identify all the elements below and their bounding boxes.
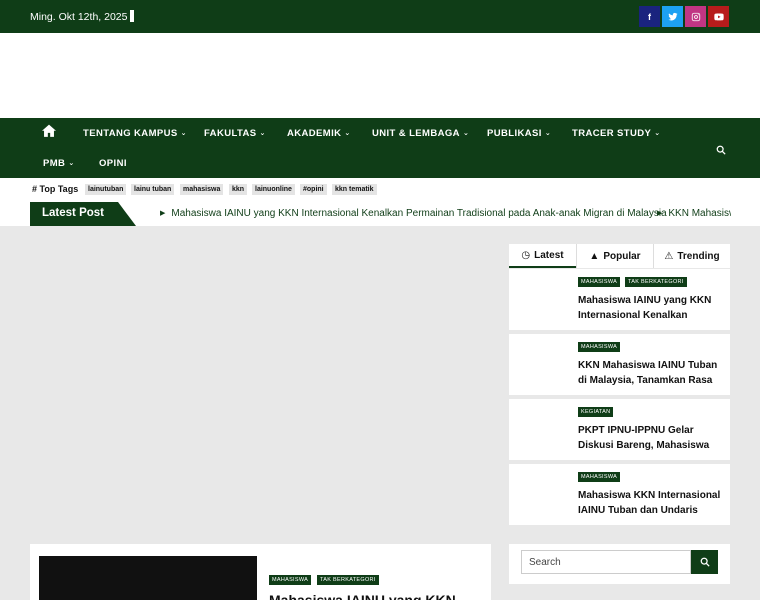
search-icon[interactable] bbox=[716, 142, 726, 155]
nav-akademik[interactable]: AKADEMIK ⌄ bbox=[287, 128, 351, 139]
tag-link[interactable]: mahasiswa bbox=[180, 184, 224, 195]
bullet-icon: ▶ bbox=[657, 210, 663, 217]
tab-popular[interactable]: ▲ Popular bbox=[577, 244, 653, 268]
post-title[interactable]: Mahasiswa KKN Internasional IAINU Tuban … bbox=[578, 488, 723, 518]
tab-trending[interactable]: ⚠ Trending bbox=[654, 244, 730, 268]
nav-publikasi[interactable]: PUBLIKASI ⌄ bbox=[487, 128, 551, 139]
clock-icon: ◷ bbox=[521, 249, 531, 261]
category-badge[interactable]: TAK BERKATEGORI bbox=[625, 277, 687, 287]
chevron-down-icon: ⌄ bbox=[654, 130, 661, 137]
category-badge[interactable]: TAK BERKATEGORI bbox=[317, 575, 379, 585]
nav-fakultas[interactable]: FAKULTAS ⌄ bbox=[204, 128, 266, 139]
nav-pmb[interactable]: PMB ⌄ bbox=[43, 158, 75, 169]
news-ticker: ▶ Mahasiswa IAINU yang KKN Internasional … bbox=[160, 202, 731, 226]
sidebar-tabs: ◷ Latest ▲ Popular ⚠ Trending bbox=[509, 244, 730, 268]
list-item[interactable]: KEGIATAN PKPT IPNU-IPPNU Gelar Diskusi B… bbox=[509, 399, 730, 460]
post-title[interactable]: KKN Mahasiswa IAINU Tuban di Malaysia, T… bbox=[578, 358, 723, 388]
tag-link[interactable]: kkn bbox=[229, 184, 248, 195]
nav-unit-lembaga[interactable]: UNIT & LEMBAGA ⌄ bbox=[372, 128, 469, 139]
nav-opini[interactable]: OPINI bbox=[99, 158, 127, 169]
category-badge[interactable]: KEGIATAN bbox=[578, 407, 614, 417]
search-button[interactable] bbox=[691, 550, 718, 574]
bullet-icon: ▶ bbox=[160, 210, 166, 217]
tab-latest[interactable]: ◷ Latest bbox=[509, 244, 576, 268]
facebook-icon[interactable]: f bbox=[639, 6, 660, 27]
chevron-down-icon: ⌄ bbox=[544, 130, 552, 137]
brand-header bbox=[0, 33, 760, 118]
post-title[interactable]: PKPT IPNU-IPPNU Gelar Diskusi Bareng, Ma… bbox=[578, 423, 723, 453]
hashtag-icon: # bbox=[32, 184, 38, 194]
search-icon bbox=[700, 557, 710, 567]
category-badge[interactable]: MAHASISWA bbox=[578, 472, 621, 482]
category-badge[interactable]: MAHASISWA bbox=[578, 342, 621, 352]
ticker-item[interactable]: ▶KKN Mahasiswa IAINU Tuban di Malaysia, … bbox=[657, 208, 731, 219]
ticker-item[interactable]: ▶ Mahasiswa IAINU yang KKN Internasional … bbox=[160, 208, 667, 219]
nav-tentang-kampus[interactable]: TENTANG KAMPUS ⌄ bbox=[83, 128, 187, 139]
home-icon[interactable] bbox=[42, 124, 56, 138]
tag-link[interactable]: #opini bbox=[300, 184, 327, 195]
chevron-down-icon: ⌄ bbox=[344, 130, 351, 137]
featured-post-thumbnail[interactable] bbox=[39, 556, 257, 600]
category-badge[interactable]: MAHASISWA bbox=[578, 277, 621, 287]
top-bar: Ming. Okt 12th, 2025 f bbox=[0, 0, 760, 33]
latest-post-bar: Latest Post ▶ Mahasiswa IAINU yang KKN In… bbox=[0, 202, 760, 226]
search-widget bbox=[509, 544, 730, 584]
instagram-icon[interactable] bbox=[685, 6, 706, 27]
fire-icon: ⚠ bbox=[664, 250, 674, 262]
top-tags-label: # Top Tags bbox=[32, 184, 79, 194]
list-item[interactable]: MAHASISWA KKN Mahasiswa IAINU Tuban di M… bbox=[509, 334, 730, 395]
featured-post-title[interactable]: Mahasiswa IAINU yang KKN bbox=[269, 592, 456, 600]
list-item[interactable]: MAHASISWA Mahasiswa KKN Internasional IA… bbox=[509, 464, 730, 525]
nav-tracer-study[interactable]: TRACER STUDY ⌄ bbox=[572, 128, 660, 139]
chevron-down-icon: ⌄ bbox=[259, 130, 266, 137]
featured-post-card: MAHASISWA TAK BERKATEGORI Mahasiswa IAIN… bbox=[30, 544, 491, 600]
tag-link[interactable]: kkn tematik bbox=[332, 184, 377, 195]
main-navigation: TENTANG KAMPUS ⌄ FAKULTAS ⌄ AKADEMIK ⌄ UNIT… bbox=[0, 118, 760, 178]
chevron-down-icon: ⌄ bbox=[68, 160, 75, 167]
chevron-down-icon: ⌄ bbox=[180, 130, 187, 137]
top-tags-bar: # Top Tags lainutuban lainu tuban mahasi… bbox=[0, 178, 760, 202]
list-item[interactable]: MAHASISWA TAK BERKATEGORI Mahasiswa IAIN… bbox=[509, 269, 730, 330]
category-badge[interactable]: MAHASISWA bbox=[269, 575, 312, 585]
tag-link[interactable]: lainutuban bbox=[85, 184, 127, 195]
tag-link[interactable]: lainuonline bbox=[252, 184, 295, 195]
search-input[interactable] bbox=[521, 550, 691, 574]
tag-link[interactable]: lainu tuban bbox=[131, 184, 175, 195]
thumbs-up-icon: ▲ bbox=[589, 250, 600, 262]
current-date: Ming. Okt 12th, 2025 bbox=[30, 10, 135, 23]
post-title[interactable]: Mahasiswa IAINU yang KKN Internasional K… bbox=[578, 293, 723, 323]
twitter-icon[interactable] bbox=[662, 6, 683, 27]
chevron-down-icon: ⌄ bbox=[462, 130, 470, 137]
latest-post-badge: Latest Post bbox=[30, 202, 136, 226]
youtube-icon[interactable] bbox=[708, 6, 729, 27]
